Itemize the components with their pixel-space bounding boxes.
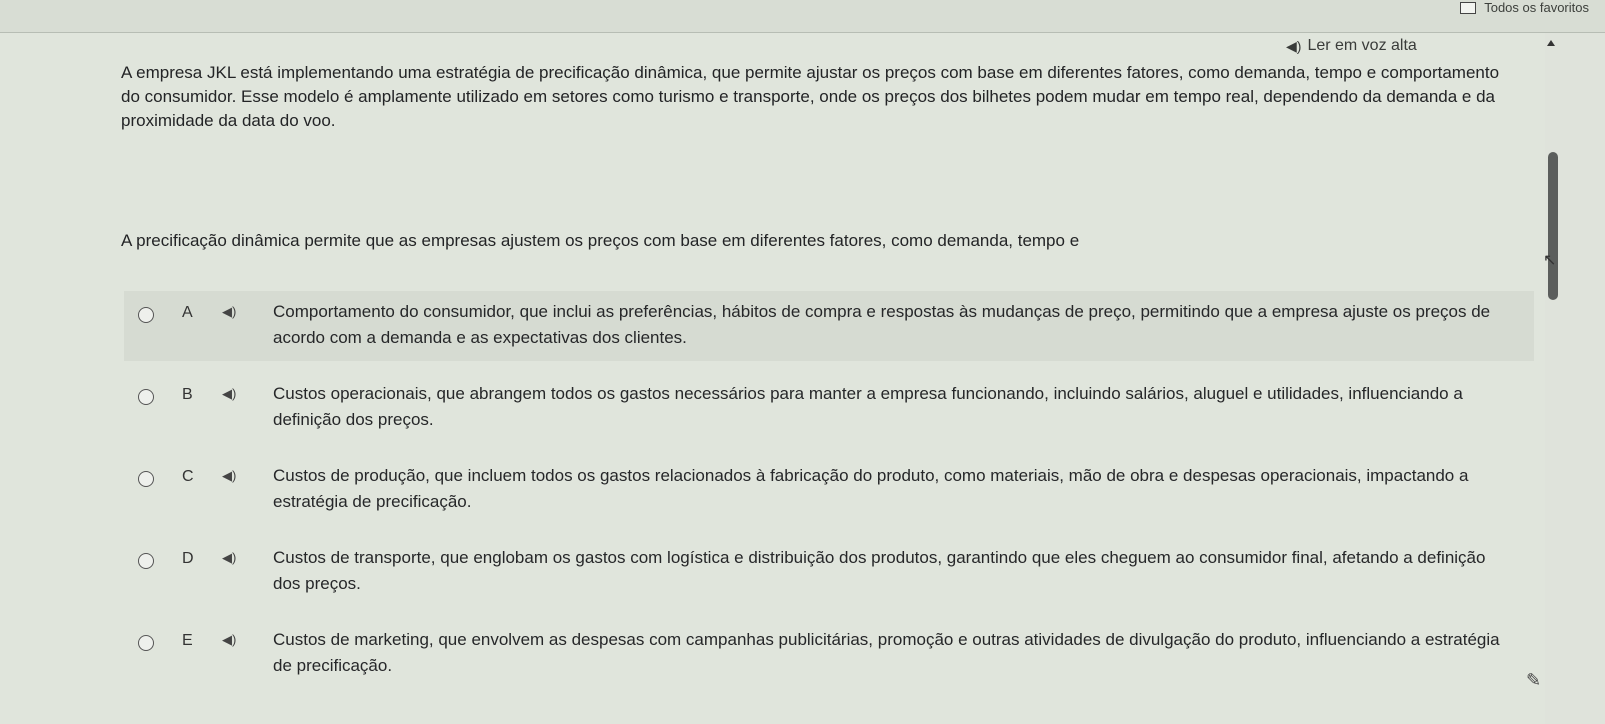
option-a[interactable]: A ◀) Comportamento do consumidor, que in… — [124, 291, 1534, 361]
radio-button[interactable] — [138, 307, 154, 323]
option-letter: C — [182, 468, 194, 485]
option-letter: B — [182, 386, 193, 403]
option-c[interactable]: C ◀) Custos de produção, que incluem tod… — [124, 455, 1534, 525]
radio-button[interactable] — [138, 389, 154, 405]
question-passage: A empresa JKL está implementando uma est… — [121, 63, 1500, 130]
read-aloud-button[interactable]: ◀) Ler em voz alta — [1286, 37, 1417, 55]
scroll-up-arrow-icon[interactable] — [1547, 40, 1555, 46]
speaker-icon[interactable]: ◀) — [222, 468, 236, 484]
option-text: Custos de produção, que incluem todos os… — [273, 466, 1469, 511]
mouse-cursor-icon: ↖ — [1543, 252, 1557, 269]
speaker-icon: ◀) — [1286, 37, 1302, 54]
folder-icon — [1460, 1, 1477, 14]
all-favorites-label: Todos os favoritos — [1484, 0, 1589, 15]
all-favorites-button[interactable]: Todos os favoritos — [1460, 0, 1589, 15]
speaker-icon[interactable]: ◀) — [222, 304, 236, 320]
speaker-icon[interactable]: ◀) — [222, 632, 236, 648]
speaker-icon[interactable]: ◀) — [222, 386, 236, 402]
scrollbar-track[interactable] — [1545, 33, 1605, 724]
browser-bookmarks-bar: Todos os favoritos — [0, 0, 1605, 33]
option-text: Custos operacionais, que abrangem todos … — [273, 384, 1463, 429]
radio-button[interactable] — [138, 553, 154, 569]
scrollbar-thumb[interactable] — [1548, 152, 1558, 300]
option-text: Custos de marketing, que envolvem as des… — [273, 630, 1500, 675]
option-letter: D — [182, 550, 194, 567]
option-text: Custos de transporte, que englobam os ga… — [273, 548, 1486, 593]
speaker-icon[interactable]: ◀) — [222, 550, 236, 566]
radio-button[interactable] — [138, 471, 154, 487]
question-prompt: A precificação dinâmica permite que as e… — [121, 231, 1080, 250]
option-letter: E — [182, 632, 193, 649]
pencil-icon[interactable]: ✎ — [1526, 670, 1541, 691]
option-letter: A — [182, 304, 193, 321]
option-d[interactable]: D ◀) Custos de transporte, que englobam … — [124, 537, 1534, 607]
radio-button[interactable] — [138, 635, 154, 651]
option-text: Comportamento do consumidor, que inclui … — [273, 302, 1491, 347]
read-aloud-label: Ler em voz alta — [1307, 37, 1417, 54]
option-b[interactable]: B ◀) Custos operacionais, que abrangem t… — [124, 373, 1534, 443]
option-e[interactable]: E ◀) Custos de marketing, que envolvem a… — [124, 619, 1534, 689]
question-panel: ◀) Ler em voz alta A empresa JKL está im… — [0, 33, 1545, 724]
